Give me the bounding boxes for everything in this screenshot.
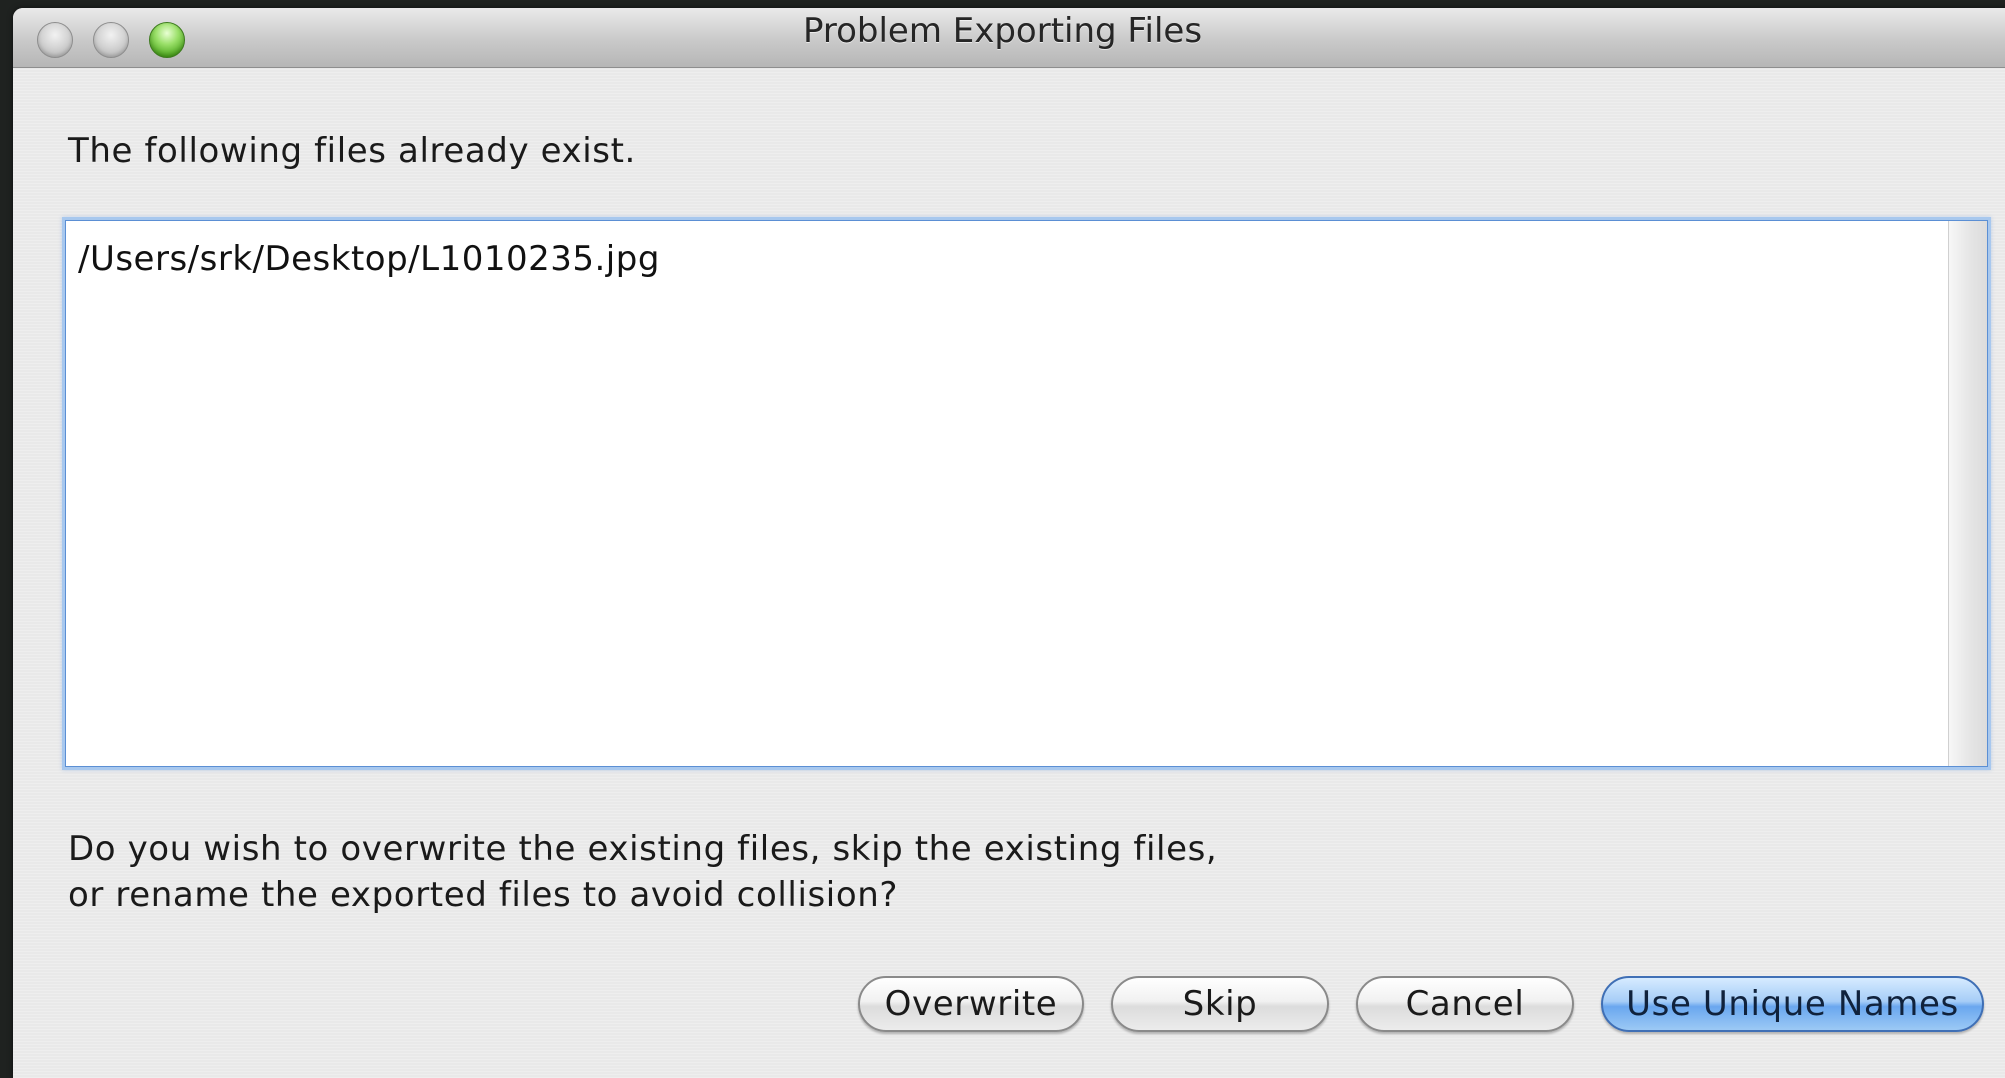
question-text-line-2: or rename the exported files to avoid co…: [68, 875, 899, 915]
existing-files-textarea[interactable]: /Users/srk/Desktop/L1010235.jpg: [65, 220, 1988, 767]
overwrite-button[interactable]: Overwrite: [858, 976, 1084, 1032]
question-text-line-1: Do you wish to overwrite the existing fi…: [68, 829, 1218, 869]
intro-text: The following files already exist.: [68, 131, 636, 171]
window-title: Problem Exporting Files: [802, 11, 1203, 51]
cancel-button[interactable]: Cancel: [1356, 976, 1574, 1032]
export-problem-dialog: The following files already exist. /User…: [13, 8, 2005, 1078]
vertical-scrollbar[interactable]: [1948, 221, 1987, 766]
skip-button[interactable]: Skip: [1111, 976, 1329, 1032]
existing-file-path[interactable]: /Users/srk/Desktop/L1010235.jpg: [78, 239, 660, 279]
use-unique-names-button[interactable]: Use Unique Names: [1601, 976, 1984, 1032]
